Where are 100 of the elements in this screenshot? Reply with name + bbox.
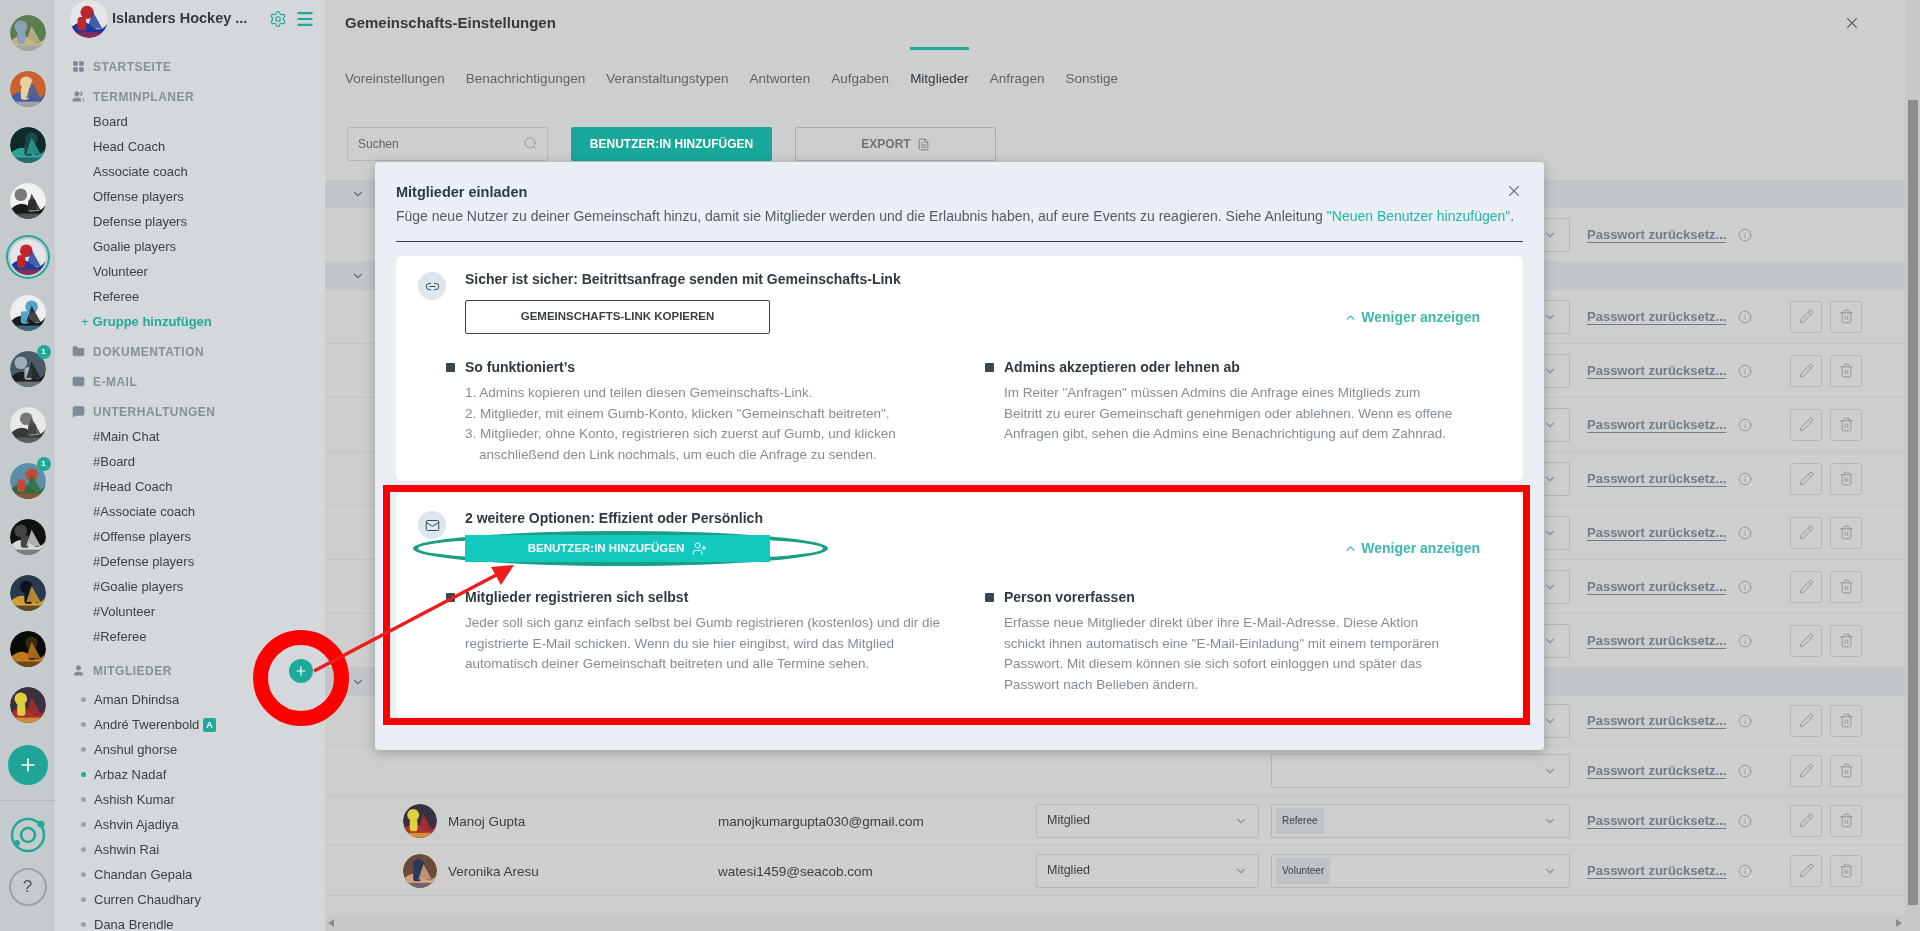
- sidebar-item[interactable]: #Associate coach: [93, 501, 195, 522]
- info-icon[interactable]: [1738, 763, 1753, 778]
- edit-button[interactable]: [1790, 570, 1822, 603]
- help-button[interactable]: ?: [8, 868, 47, 906]
- member-item[interactable]: Anshul ghorse: [94, 739, 178, 760]
- delete-button[interactable]: [1830, 854, 1862, 887]
- community-avatar[interactable]: [5, 235, 50, 279]
- member-item[interactable]: André Twerenbold: [94, 714, 200, 735]
- community-avatar[interactable]: [9, 183, 46, 219]
- tab[interactable]: Aufgaben: [831, 47, 890, 97]
- tab[interactable]: Veranstaltungstypen: [606, 47, 729, 97]
- delete-button[interactable]: [1830, 804, 1862, 837]
- search-field[interactable]: Suchen: [347, 127, 548, 161]
- community-avatar[interactable]: [9, 575, 46, 611]
- sidebar-item[interactable]: #Goalie players: [93, 576, 184, 597]
- tab[interactable]: Voreinstellungen: [345, 47, 445, 97]
- community-avatar[interactable]: [9, 687, 46, 723]
- edit-button[interactable]: [1790, 408, 1822, 441]
- sidebar-item[interactable]: #Referee: [93, 626, 147, 647]
- sidebar-item[interactable]: #Main Chat: [93, 426, 160, 447]
- vertical-scrollbar[interactable]: [1905, 0, 1920, 931]
- edit-button[interactable]: [1790, 804, 1822, 837]
- menu-icon[interactable]: [295, 9, 315, 29]
- delete-button[interactable]: [1830, 624, 1862, 657]
- delete-button[interactable]: [1830, 354, 1862, 387]
- info-icon[interactable]: [1738, 309, 1753, 324]
- delete-button[interactable]: [1830, 516, 1862, 549]
- sidebar-item[interactable]: #Offense players: [93, 526, 192, 547]
- info-icon[interactable]: [1738, 633, 1753, 648]
- dialog-description: Füge neue Nutzer zu deiner Gemeinschaft hinzu, damit sie Mitglieder werden und die Erlaubnis haben, auf eure Events zu reagieren. Siehe Anleitung "Neuen Benutzer hinzufügen".: [396, 207, 1516, 226]
- sidebar-item[interactable]: Head Coach: [93, 136, 166, 157]
- tab[interactable]: Sonstige: [1065, 47, 1118, 97]
- sidebar-item[interactable]: Board: [93, 111, 128, 132]
- settings-icon[interactable]: [269, 10, 287, 28]
- edit-button[interactable]: [1790, 354, 1822, 387]
- delete-button[interactable]: [1830, 408, 1862, 441]
- add-community-button[interactable]: [7, 745, 48, 785]
- community-avatar[interactable]: [9, 519, 46, 555]
- horizontal-scrollbar[interactable]: [325, 915, 1905, 931]
- delete-button[interactable]: [1830, 570, 1862, 603]
- edit-button[interactable]: [1790, 300, 1822, 333]
- info-icon[interactable]: [1738, 525, 1753, 540]
- community-avatar[interactable]: [9, 631, 46, 667]
- info-icon[interactable]: [1738, 863, 1753, 878]
- sidebar-item[interactable]: #Volunteer: [93, 601, 156, 622]
- tab[interactable]: Antworten: [749, 47, 811, 97]
- column-heading: Admins akzeptieren oder lehnen ab: [1004, 358, 1241, 376]
- card-action-button[interactable]: GEMEINSCHAFTS-LINK KOPIEREN: [465, 300, 770, 334]
- member-item[interactable]: Ashish Kumar: [94, 789, 175, 810]
- member-item[interactable]: Curren Chaudhary: [94, 889, 201, 910]
- sidebar-item[interactable]: #Defense players: [93, 551, 195, 572]
- sidebar-item[interactable]: #Board: [93, 451, 135, 472]
- sidebar-item[interactable]: Defense players: [93, 211, 187, 232]
- sidebar-item[interactable]: Associate coach: [93, 161, 188, 182]
- info-icon[interactable]: [1738, 579, 1753, 594]
- pencil-icon: [1798, 713, 1814, 728]
- add-member-button[interactable]: [289, 658, 313, 683]
- role-select[interactable]: Mitglied: [1036, 803, 1259, 838]
- community-avatar[interactable]: [9, 407, 46, 443]
- group-select[interactable]: Referee: [1271, 803, 1570, 838]
- member-item[interactable]: Ashvin Ajadiya: [94, 814, 179, 835]
- edit-button[interactable]: [1790, 754, 1822, 787]
- info-icon[interactable]: [1738, 227, 1753, 242]
- edit-button[interactable]: [1790, 516, 1822, 549]
- member-item[interactable]: Ashwin Rai: [94, 839, 160, 860]
- sidebar-item[interactable]: Offense players: [93, 186, 184, 207]
- edit-button[interactable]: [1790, 704, 1822, 737]
- member-item[interactable]: Dana Brendle: [94, 914, 174, 931]
- delete-button[interactable]: [1830, 754, 1862, 787]
- info-icon[interactable]: [1738, 713, 1753, 728]
- delete-button[interactable]: [1830, 300, 1862, 333]
- sidebar-item[interactable]: Volunteer: [93, 261, 148, 282]
- sidebar-item[interactable]: Referee: [93, 286, 140, 307]
- info-icon[interactable]: [1738, 471, 1753, 486]
- sidebar-item[interactable]: #Head Coach: [93, 476, 173, 497]
- sidebar-item[interactable]: Goalie players: [93, 236, 177, 257]
- group-select[interactable]: [1271, 753, 1570, 788]
- edit-button[interactable]: [1790, 462, 1822, 495]
- member-item[interactable]: Aman Dhindsa: [94, 689, 180, 710]
- community-avatar[interactable]: [9, 351, 46, 387]
- tab[interactable]: Benachrichtigungen: [465, 47, 586, 97]
- delete-button[interactable]: [1830, 462, 1862, 495]
- member-item[interactable]: Chandan Gepala: [94, 864, 193, 885]
- pencil-icon: [1798, 813, 1814, 828]
- notification-badge: 1: [36, 345, 51, 359]
- role-select[interactable]: Mitglied: [1036, 853, 1259, 888]
- group-select[interactable]: Volunteer: [1271, 853, 1570, 888]
- community-avatar[interactable]: [9, 127, 46, 163]
- tab[interactable]: Mitglieder: [910, 47, 969, 97]
- scrollbar-thumb[interactable]: [1907, 100, 1918, 905]
- tab[interactable]: Anfragen: [989, 47, 1045, 97]
- edit-button[interactable]: [1790, 624, 1822, 657]
- info-icon[interactable]: [1738, 813, 1753, 828]
- info-icon[interactable]: [1738, 363, 1753, 378]
- edit-button[interactable]: [1790, 854, 1822, 887]
- community-avatar[interactable]: [9, 295, 46, 331]
- info-icon[interactable]: [1738, 417, 1753, 432]
- step-text: 3. Mitglieder, ohne Konto, registrieren sich zuerst auf Gumb, und klicken anschließend den Link nochmals, um euch die Anfrage zu senden.: [465, 425, 897, 464]
- member-item[interactable]: Arbaz Nadaf: [94, 764, 167, 785]
- delete-button[interactable]: [1830, 704, 1862, 737]
